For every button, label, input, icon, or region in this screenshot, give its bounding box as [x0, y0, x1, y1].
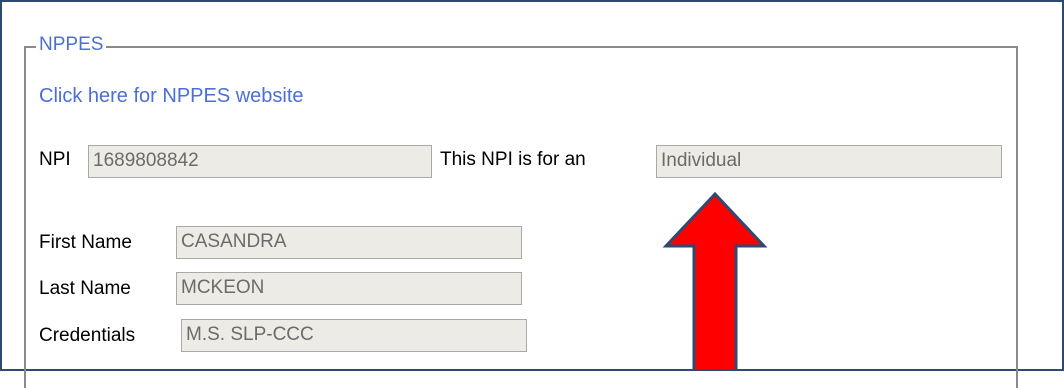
credentials-label: Credentials [39, 325, 136, 346]
npi-type-label: This NPI is for an [440, 149, 586, 170]
nppes-legend: NPPES [36, 33, 107, 57]
npi-label: NPI [39, 149, 71, 170]
nppes-website-link[interactable]: Click here for NPPES website [39, 83, 304, 109]
up-arrow-icon [662, 191, 768, 371]
npi-type-field[interactable]: Individual [656, 145, 1002, 178]
last-name-field[interactable]: MCKEON [176, 272, 522, 305]
npi-field[interactable]: 1689808842 [88, 145, 432, 178]
first-name-label: First Name [39, 232, 132, 253]
first-name-field[interactable]: CASANDRA [176, 226, 522, 259]
credentials-field[interactable]: M.S. SLP-CCC [181, 319, 527, 352]
last-name-label: Last Name [39, 278, 131, 299]
